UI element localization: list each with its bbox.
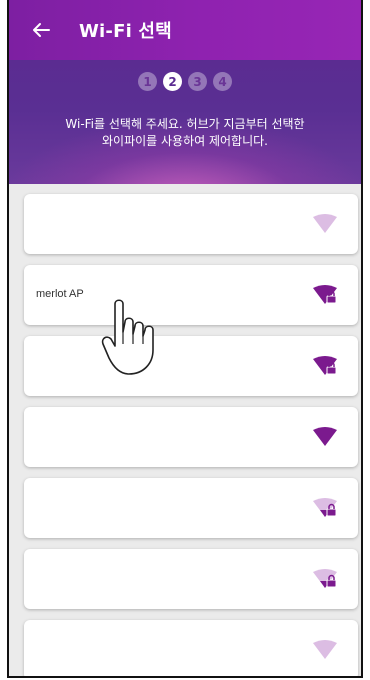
wifi-item[interactable] <box>24 407 358 467</box>
wifi-item[interactable] <box>24 194 358 254</box>
wifi-locked-icon <box>313 356 337 375</box>
wifi-item[interactable] <box>24 549 358 609</box>
wifi-weak-icon <box>313 640 337 659</box>
step-1: 1 <box>138 72 157 91</box>
wifi-item[interactable] <box>24 478 358 538</box>
step-indicator: 1 2 3 4 <box>9 72 361 91</box>
tap-hand-icon <box>101 299 154 375</box>
wifi-full-icon <box>313 427 337 446</box>
phone-screen: Wi-Fi 선택 1 2 3 4 Wi-Fi를 선택해 주세요. 허브가 지금부… <box>7 0 363 678</box>
wifi-weak-icon <box>313 214 337 233</box>
wifi-locked-icon <box>313 285 337 304</box>
instruction-text: Wi-Fi를 선택해 주세요. 허브가 지금부터 선택한 와이파이를 사용하여 … <box>27 116 343 150</box>
step-2-active: 2 <box>163 72 182 91</box>
wifi-item[interactable] <box>24 620 358 676</box>
instruction-line-2: 와이파이를 사용하여 제어합니다. <box>101 134 268 148</box>
arrow-left-icon <box>33 23 50 37</box>
wifi-item[interactable]: merlot AP <box>24 265 358 325</box>
instruction-line-1: Wi-Fi를 선택해 주세요. 허브가 지금부터 선택한 <box>65 117 305 131</box>
instruction-header: 1 2 3 4 Wi-Fi를 선택해 주세요. 허브가 지금부터 선택한 와이파… <box>9 60 361 184</box>
wifi-item[interactable] <box>24 336 358 396</box>
step-3: 3 <box>188 72 207 91</box>
wifi-weak-locked-icon <box>313 498 337 517</box>
app-bar: Wi-Fi 선택 <box>9 0 361 60</box>
step-4: 4 <box>213 72 232 91</box>
wifi-name: merlot AP <box>36 288 84 300</box>
wifi-weak-locked-icon <box>313 569 337 588</box>
back-button[interactable] <box>21 10 61 50</box>
page-title: Wi-Fi 선택 <box>79 21 172 42</box>
wifi-list: merlot AP <box>9 184 361 676</box>
